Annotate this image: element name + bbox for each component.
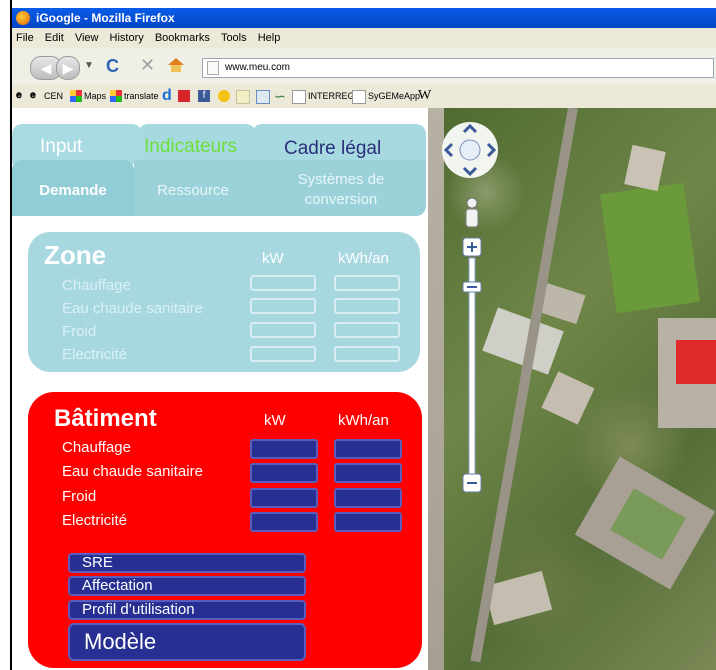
- red-app-icon[interactable]: [178, 90, 190, 102]
- window-title: iGoogle - Mozilla Firefox: [36, 11, 175, 25]
- delicious-icon[interactable]: d: [162, 84, 172, 108]
- bookmarks-toolbar: 𝐞 𝐞 CEN Maps translate d f ∽ INTERREG Sy…: [12, 84, 716, 109]
- zone-chauffage-kw-field[interactable]: [250, 275, 316, 291]
- menu-tools[interactable]: Tools: [221, 28, 247, 48]
- swirl-icon[interactable]: ∽: [274, 84, 286, 108]
- batiment-label-froid: Froid: [62, 488, 97, 505]
- batiment-col-kwh: kWh/an: [338, 412, 389, 429]
- subtab-demande-label: Demande: [39, 182, 107, 199]
- facebook-icon[interactable]: f: [198, 90, 210, 102]
- batiment-eau-kwh-field[interactable]: [334, 463, 402, 483]
- title-bar: iGoogle - Mozilla Firefox: [12, 8, 716, 28]
- menu-bar: File Edit View History Bookmarks Tools H…: [12, 28, 716, 48]
- browser-window: iGoogle - Mozilla Firefox File Edit View…: [0, 0, 716, 670]
- menu-view[interactable]: View: [75, 28, 99, 48]
- home-icon[interactable]: [168, 58, 184, 72]
- map-field: [600, 182, 700, 314]
- batiment-label-electricite: Electricité: [62, 512, 128, 529]
- zone-label-froid: Froid: [62, 323, 97, 340]
- batiment-froid-kw-field[interactable]: [250, 488, 318, 508]
- tab-input-label: Input: [40, 136, 83, 157]
- batiment-electricite-kw-field[interactable]: [250, 512, 318, 532]
- batiment-title: Bâtiment: [54, 405, 157, 432]
- zone-froid-kwh-field[interactable]: [334, 322, 400, 338]
- zone-eau-kw-field[interactable]: [250, 298, 316, 314]
- satellite-map[interactable]: [428, 108, 716, 670]
- batiment-col-kw: kW: [264, 412, 286, 429]
- zone-chauffage-kwh-field[interactable]: [334, 275, 400, 291]
- note-icon[interactable]: [236, 90, 250, 104]
- batiment-eau-kw-field[interactable]: [250, 463, 318, 483]
- batiment-electricite-kwh-field[interactable]: [334, 512, 402, 532]
- url-text: www.meu.com: [225, 62, 291, 73]
- yellow-circle-icon[interactable]: [218, 90, 230, 102]
- navigation-toolbar: ◀ ▶ ▼ C ✕ www.meu.com: [12, 48, 716, 85]
- zoom-slider[interactable]: [460, 236, 484, 496]
- page-icon[interactable]: [352, 90, 366, 104]
- history-dropdown-icon[interactable]: ▼: [84, 60, 94, 71]
- zone-eau-kwh-field[interactable]: [334, 298, 400, 314]
- stop-icon[interactable]: ✕: [140, 55, 155, 76]
- batiment-froid-kwh-field[interactable]: [334, 488, 402, 508]
- epfl-logo-icon[interactable]: 𝐞: [16, 84, 22, 108]
- wikipedia-icon[interactable]: W: [418, 84, 431, 108]
- menu-help[interactable]: Help: [258, 28, 281, 48]
- zone-froid-kw-field[interactable]: [250, 322, 316, 338]
- affectation-button[interactable]: Affectation: [68, 576, 306, 596]
- translate-icon[interactable]: [110, 90, 122, 102]
- zone-col-kw: kW: [262, 250, 284, 267]
- reload-icon[interactable]: C: [106, 56, 119, 77]
- modele-button[interactable]: Modèle: [68, 623, 306, 661]
- menu-history[interactable]: History: [110, 28, 144, 48]
- bookmark-sygemeapp[interactable]: SyGEMeApp: [368, 84, 420, 108]
- zone-title: Zone: [44, 240, 107, 270]
- epfl-logo-icon[interactable]: 𝐞: [30, 84, 36, 108]
- profil-utilisation-button[interactable]: Profil d’utilisation: [68, 600, 306, 620]
- page-icon: [207, 61, 219, 75]
- zone-electricite-kw-field[interactable]: [250, 346, 316, 362]
- batiment-chauffage-kwh-field[interactable]: [334, 439, 402, 459]
- zone-electricite-kwh-field[interactable]: [334, 346, 400, 362]
- bookmark-translate[interactable]: translate: [124, 84, 159, 108]
- zone-label-electricite: Electricité: [62, 346, 128, 363]
- subtab-systemes-label: Systèmes de conversion: [297, 171, 385, 208]
- menu-file[interactable]: File: [16, 28, 34, 48]
- firefox-icon: [16, 11, 30, 25]
- batiment-label-chauffage: Chauffage: [62, 439, 131, 456]
- sre-button[interactable]: SRE: [68, 553, 306, 573]
- subtab-ressource-label: Ressource: [157, 182, 229, 199]
- forward-button[interactable]: ▶: [56, 56, 80, 80]
- zone-col-kwh: kWh/an: [338, 250, 389, 267]
- bookmark-interreg[interactable]: INTERREG: [308, 84, 355, 108]
- batiment-chauffage-kw-field[interactable]: [250, 439, 318, 459]
- map-road: [428, 108, 444, 670]
- tab-indicateurs-label: Indicateurs: [144, 136, 237, 157]
- zone-label-chauffage: Chauffage: [62, 277, 131, 294]
- batiment-label-eau: Eau chaude sanitaire: [62, 463, 203, 480]
- calendar-icon[interactable]: [256, 90, 270, 104]
- menu-edit[interactable]: Edit: [45, 28, 64, 48]
- tab-cadre-label: Cadre légal: [284, 138, 382, 159]
- pegman-icon[interactable]: [460, 196, 484, 230]
- maps-icon[interactable]: [70, 90, 82, 102]
- address-bar[interactable]: www.meu.com: [202, 58, 714, 78]
- bookmark-cen[interactable]: CEN: [44, 84, 63, 108]
- map-pan-control[interactable]: [440, 118, 510, 190]
- map-highlighted-building[interactable]: [676, 340, 716, 384]
- page-icon[interactable]: [292, 90, 306, 104]
- menu-bookmarks[interactable]: Bookmarks: [155, 28, 210, 48]
- bookmark-maps[interactable]: Maps: [84, 84, 106, 108]
- zone-label-eau: Eau chaude sanitaire: [62, 300, 203, 317]
